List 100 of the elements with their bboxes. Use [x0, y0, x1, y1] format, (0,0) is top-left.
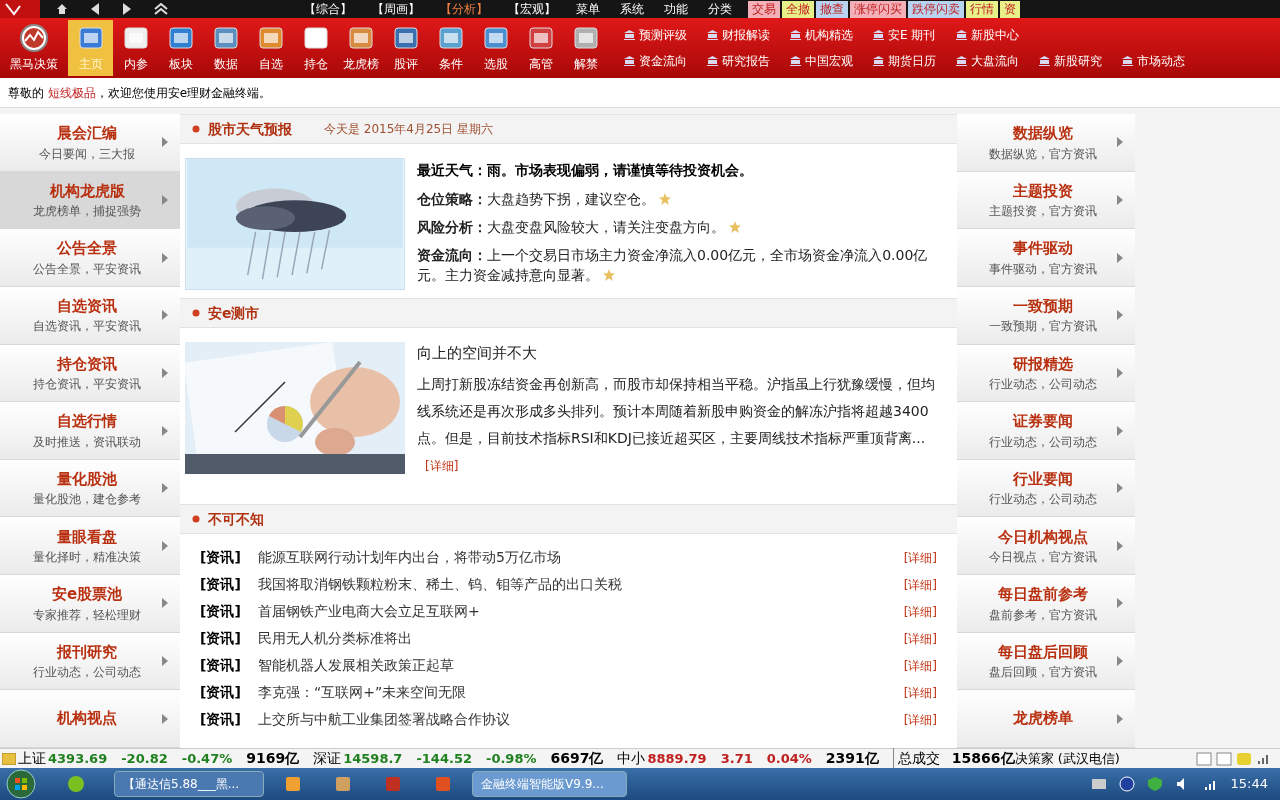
- sidebar-item[interactable]: 量眼看盘 量化择时，精准决策: [0, 517, 180, 576]
- detail-link[interactable]: [详细]: [903, 656, 937, 675]
- taskbar-task[interactable]: 【通达信5.88___黑...: [114, 771, 264, 797]
- sidebar-title: 机构视点: [57, 708, 117, 730]
- sidebar-item[interactable]: 持仓资讯 持仓资讯，平安资讯: [0, 344, 180, 403]
- quick-link[interactable]: 机构精选: [790, 26, 873, 44]
- quick-link[interactable]: 预测评级: [624, 26, 707, 44]
- toolbar-button[interactable]: 板块: [158, 20, 203, 76]
- sidebar-item[interactable]: 龙虎榜单: [957, 690, 1135, 748]
- quick-button[interactable]: 全撤: [782, 0, 814, 18]
- toolbar-button[interactable]: 内参: [113, 20, 158, 76]
- sidebar-item[interactable]: 自选资讯 自选资讯，平安资讯: [0, 286, 180, 345]
- quick-link[interactable]: 安E 期刊: [873, 26, 956, 44]
- home-icon[interactable]: [56, 3, 68, 15]
- menu-tab[interactable]: 【综合】: [304, 0, 352, 18]
- toolbar-button[interactable]: 持仓: [293, 20, 338, 76]
- quick-button[interactable]: 资: [1000, 0, 1020, 18]
- detail-link[interactable]: [详细]: [903, 710, 937, 729]
- start-orb-icon[interactable]: [4, 769, 38, 799]
- sidebar-item[interactable]: 事件驱动 事件驱动，官方资讯: [957, 229, 1135, 287]
- toolbar-button[interactable]: 条件: [428, 20, 473, 76]
- taskbar-app-icon[interactable]: [284, 775, 302, 793]
- menu-item[interactable]: 功能: [664, 0, 688, 18]
- toolbar-button[interactable]: 股评: [383, 20, 428, 76]
- sidebar-subtitle: 事件驱动，官方资讯: [989, 260, 1097, 278]
- browser-icon[interactable]: [66, 774, 86, 794]
- sidebar-item[interactable]: 数据纵览 数据纵览，官方资讯: [957, 114, 1135, 172]
- sidebar-item[interactable]: 今日机构视点 今日视点，官方资讯: [957, 517, 1135, 576]
- forecast-body: 上周打新股冻结资金再创新高，而股市却保持相当平稳。沪指虽上行犹豫缓慢，但均线系统还是再次形成多头排列。预计本周随着新股申购资金的解冻沪指将超越3400点。但是，目前技术指标RSI和KDJ已接近超买区，主要周线技术指标严重顶背离... [详细]: [417, 374, 936, 475]
- toolbar-button[interactable]: 解禁: [563, 20, 608, 76]
- sidebar-item[interactable]: 机构龙虎版 龙虎榜单，捕捉强势: [0, 171, 180, 230]
- toolbar-button[interactable]: 黑马决策: [0, 20, 68, 76]
- sidebar-item[interactable]: 每日盘前参考 盘前参考，官方资讯: [957, 575, 1135, 633]
- detail-link[interactable]: [详细]: [903, 629, 937, 648]
- quick-link[interactable]: 资金流向: [624, 52, 707, 70]
- sidebar-item[interactable]: 证券要闻 行业动态，公司动态: [957, 402, 1135, 460]
- menu-tab[interactable]: 【分析】: [440, 0, 488, 18]
- back-icon[interactable]: [90, 3, 100, 15]
- detail-link[interactable]: [详细]: [903, 548, 937, 567]
- quick-button[interactable]: 跌停闪卖: [908, 0, 964, 18]
- sidebar-item[interactable]: 行业要闻 行业动态，公司动态: [957, 459, 1135, 518]
- toolbar-button[interactable]: 自选: [248, 20, 293, 76]
- help-icon[interactable]: [1118, 776, 1135, 792]
- quick-link[interactable]: 新股研究: [1039, 52, 1122, 70]
- news-title[interactable]: 首届钢铁产业电商大会立足互联网+: [258, 601, 904, 622]
- quick-button[interactable]: 交易: [748, 0, 780, 18]
- forward-icon[interactable]: [122, 3, 132, 15]
- detail-link[interactable]: [详细]: [425, 458, 459, 473]
- sidebar-item[interactable]: 研报精选 行业动态，公司动态: [957, 344, 1135, 403]
- quick-link[interactable]: 研究报告: [707, 52, 790, 70]
- sidebar-item[interactable]: 主题投资 主题投资，官方资讯: [957, 171, 1135, 230]
- quick-button[interactable]: 撤查: [816, 0, 848, 18]
- quick-link[interactable]: 中国宏观: [790, 52, 873, 70]
- bank-icon: [707, 30, 718, 40]
- detail-link[interactable]: [详细]: [903, 683, 937, 702]
- sidebar-item[interactable]: 晨会汇编 今日要闻，三大报: [0, 114, 180, 172]
- sidebar-title: 今日机构视点: [998, 526, 1088, 548]
- menu-tab[interactable]: 【周画】: [372, 0, 420, 18]
- arrow-icon: [1117, 540, 1123, 551]
- news-title[interactable]: 民用无人机分类标准将出: [258, 628, 904, 649]
- menu-item[interactable]: 系统: [620, 0, 644, 18]
- news-title[interactable]: 智能机器人发展相关政策正起草: [258, 655, 904, 676]
- news-title[interactable]: 能源互联网行动计划年内出台，将带动5万亿市场: [258, 547, 904, 568]
- sidebar-subtitle: 今日视点，官方资讯: [989, 549, 1097, 567]
- news-title[interactable]: 我国将取消钢铁颗粒粉末、稀土、钨、钼等产品的出口关税: [258, 574, 904, 595]
- quick-link[interactable]: 期货日历: [873, 52, 956, 70]
- menu-tab[interactable]: 【宏观】: [508, 0, 556, 18]
- quick-link[interactable]: 财报解读: [707, 26, 790, 44]
- toolbar-button[interactable]: 选股: [473, 20, 518, 76]
- sidebar-item[interactable]: 报刊研究 行业动态，公司动态: [0, 632, 180, 691]
- toolbar-button[interactable]: 数据: [203, 20, 248, 76]
- keyboard-icon[interactable]: [1090, 777, 1107, 791]
- sidebar-title: 持仓资讯: [57, 353, 117, 375]
- sidebar-item[interactable]: 安e股票池 专家推荐，轻松理财: [0, 575, 180, 633]
- sidebar-subtitle: 盘前参考，官方资讯: [989, 606, 1097, 624]
- sidebar-item[interactable]: 量化股池 量化股池，建仓参考: [0, 459, 180, 518]
- quick-button[interactable]: 行情: [966, 0, 998, 18]
- quick-button[interactable]: 涨停闪买: [850, 0, 906, 18]
- detail-link[interactable]: [详细]: [903, 602, 937, 621]
- news-title[interactable]: 李克强：“互联网+”未来空间无限: [258, 682, 904, 703]
- quick-link[interactable]: 市场动态: [1122, 52, 1205, 70]
- bullet-icon: [192, 515, 200, 523]
- shield-icon[interactable]: [1146, 776, 1163, 792]
- detail-link[interactable]: [详细]: [903, 575, 937, 594]
- menu-item[interactable]: 菜单: [576, 0, 600, 18]
- quick-link[interactable]: 大盘流向: [956, 52, 1039, 70]
- sidebar-subtitle: 自选资讯，平安资讯: [33, 318, 141, 336]
- quick-link[interactable]: 新股中心: [956, 26, 1039, 44]
- sidebar-item[interactable]: 一致预期 一致预期，官方资讯: [957, 286, 1135, 345]
- sidebar-item[interactable]: 机构视点: [0, 690, 180, 748]
- news-title[interactable]: 上交所与中航工业集团签署战略合作协议: [258, 709, 904, 730]
- double-up-icon[interactable]: [154, 3, 168, 15]
- taskbar-app-icon[interactable]: [334, 775, 352, 793]
- star-icon: [659, 193, 671, 205]
- toolbar-button[interactable]: 高管: [518, 20, 563, 76]
- sidebar-item[interactable]: 每日盘后回顾 盘后回顾，官方资讯: [957, 632, 1135, 691]
- sidebar-item[interactable]: 自选行情 及时推送，资讯联动: [0, 402, 180, 460]
- sidebar-item[interactable]: 公告全景 公告全景，平安资讯: [0, 229, 180, 287]
- menu-item[interactable]: 分类: [708, 0, 732, 18]
- toolbar-button[interactable]: 龙虎榜: [338, 20, 383, 76]
